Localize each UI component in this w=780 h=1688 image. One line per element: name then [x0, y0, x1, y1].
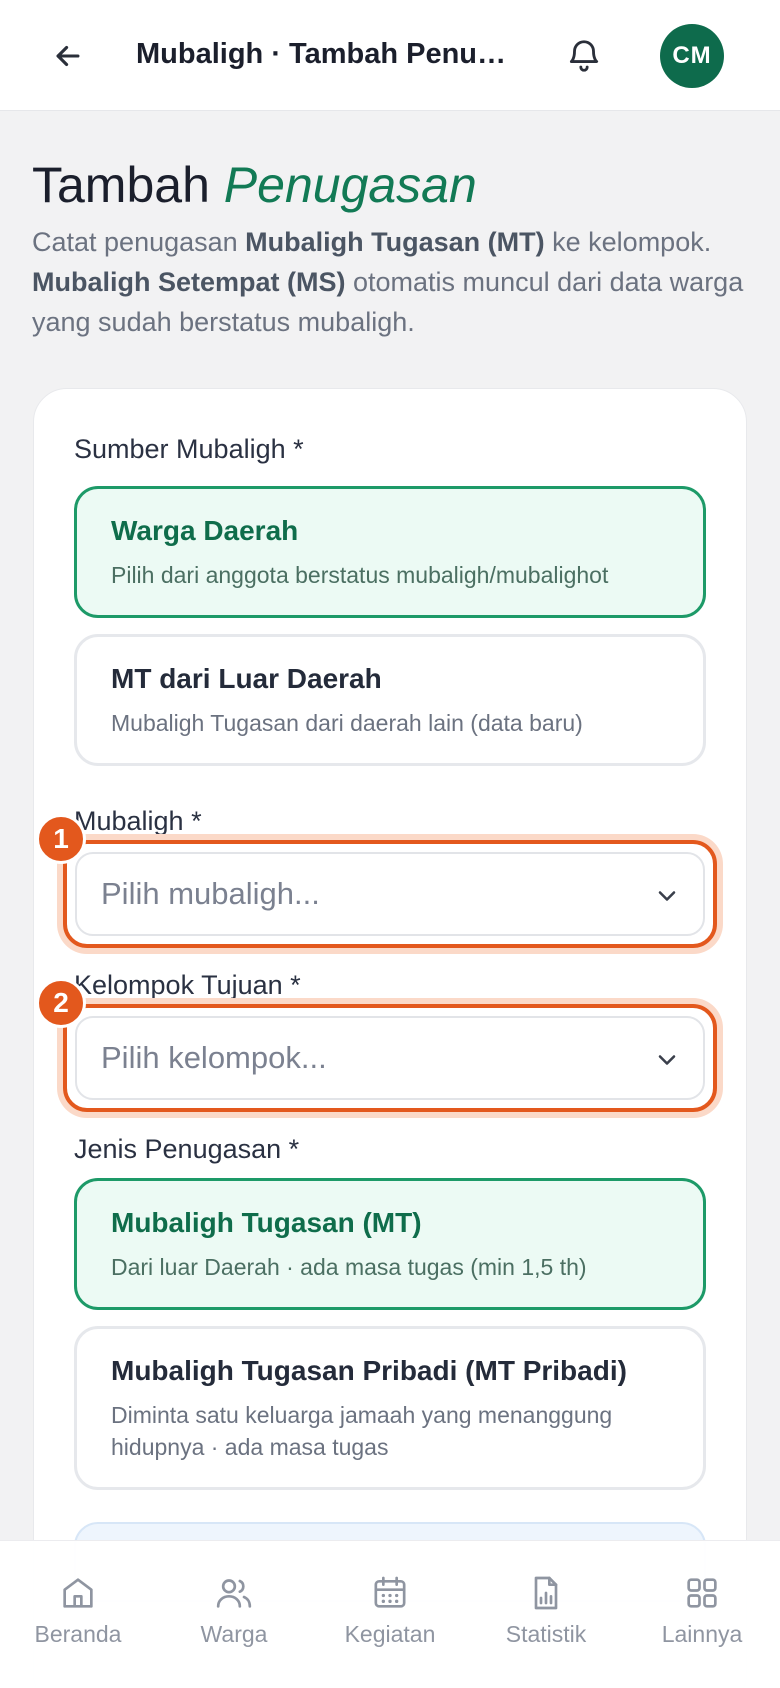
top-bar: Mubaligh · Tambah Penugasan CM — [0, 0, 780, 111]
kelompok-select[interactable]: Pilih kelompok... — [75, 1016, 705, 1100]
mubaligh-select[interactable]: Pilih mubaligh... — [75, 852, 705, 936]
chevron-down-icon — [658, 1055, 676, 1065]
option-description: Pilih dari anggota berstatus mubaligh/mu… — [111, 562, 609, 588]
jenis-option-mt-pribadi[interactable]: Mubaligh Tugasan Pribadi (MT Pribadi) Di… — [74, 1326, 706, 1490]
nav-item-kegiatan[interactable]: Kegiatan — [320, 1573, 460, 1688]
nav-label: Lainnya — [661, 1621, 743, 1647]
nav-item-statistik[interactable]: Statistik — [476, 1573, 616, 1688]
source-option-warga-daerah[interactable]: Warga Daerah Pilih dari anggota berstatu… — [74, 486, 706, 618]
source-label: Sumber Mubaligh * — [74, 434, 304, 464]
option-title: MT dari Luar Daerah — [111, 663, 382, 694]
kelompok-highlight: Pilih kelompok... — [63, 1004, 717, 1112]
users-icon — [216, 1579, 252, 1608]
page-title: Tambah Penugasan — [32, 156, 477, 214]
nav-item-beranda[interactable]: Beranda — [8, 1573, 148, 1688]
option-description: Mubaligh Tugasan dari daerah lain (data … — [111, 710, 583, 736]
kelompok-placeholder: Pilih kelompok... — [101, 1040, 327, 1075]
intro-part1: Catat penugasan — [32, 227, 246, 257]
nav-item-warga[interactable]: Warga — [164, 1573, 304, 1688]
calendar-icon — [374, 1576, 406, 1608]
option-title: Mubaligh Tugasan (MT) — [111, 1207, 422, 1238]
nav-label: Warga — [200, 1621, 268, 1647]
page-description: Catat penugasan Mubaligh Tugasan (MT) ke… — [32, 222, 752, 342]
intro-part2: ke kelompok. — [544, 227, 712, 257]
nav-label: Statistik — [505, 1621, 587, 1647]
back-button[interactable] — [46, 34, 90, 78]
jenis-label: Jenis Penugasan * — [74, 1134, 300, 1164]
nav-item-lainnya[interactable]: Lainnya — [632, 1573, 772, 1688]
bell-icon — [569, 40, 599, 72]
report-chart-icon — [534, 1576, 558, 1610]
step-badge-1: 1 — [36, 814, 86, 864]
page-title-bar: Mubaligh · Tambah Penugasan — [136, 38, 516, 70]
mubaligh-placeholder: Pilih mubaligh... — [101, 876, 320, 911]
source-option-luar-daerah[interactable]: MT dari Luar Daerah Mubaligh Tugasan dar… — [74, 634, 706, 766]
option-title: Warga Daerah — [111, 515, 299, 546]
nav-label: Kegiatan — [344, 1621, 436, 1647]
mubaligh-highlight: Pilih mubaligh... — [63, 840, 717, 948]
page-title-accent: Penugasan — [223, 157, 477, 213]
intro-mt: Mubaligh Tugasan (MT) — [245, 227, 545, 257]
bottom-navigation: Beranda Warga Kegiatan Statistik Lainnya — [0, 1540, 780, 1688]
jenis-option-mt[interactable]: Mubaligh Tugasan (MT) Dari luar Daerah ·… — [74, 1178, 706, 1310]
arrow-left-icon — [56, 45, 80, 67]
option-title: Mubaligh Tugasan Pribadi (MT Pribadi) — [111, 1355, 627, 1386]
page-title-main: Tambah — [32, 157, 210, 213]
chevron-down-icon — [658, 891, 676, 901]
option-description: Diminta satu keluarga jamaah yang menang… — [111, 1402, 613, 1460]
notifications-button[interactable] — [560, 32, 608, 80]
step-badge-2: 2 — [36, 978, 86, 1028]
intro-ms: Mubaligh Setempat (MS) — [32, 267, 346, 297]
home-icon — [63, 1578, 93, 1608]
avatar[interactable]: CM — [660, 24, 724, 88]
grid-icon — [687, 1578, 717, 1608]
mubaligh-label: Mubaligh * — [74, 806, 202, 836]
option-description: Dari luar Daerah · ada masa tugas (min 1… — [111, 1254, 587, 1280]
kelompok-label: Kelompok Tujuan * — [74, 970, 301, 1000]
nav-label: Beranda — [34, 1621, 122, 1647]
